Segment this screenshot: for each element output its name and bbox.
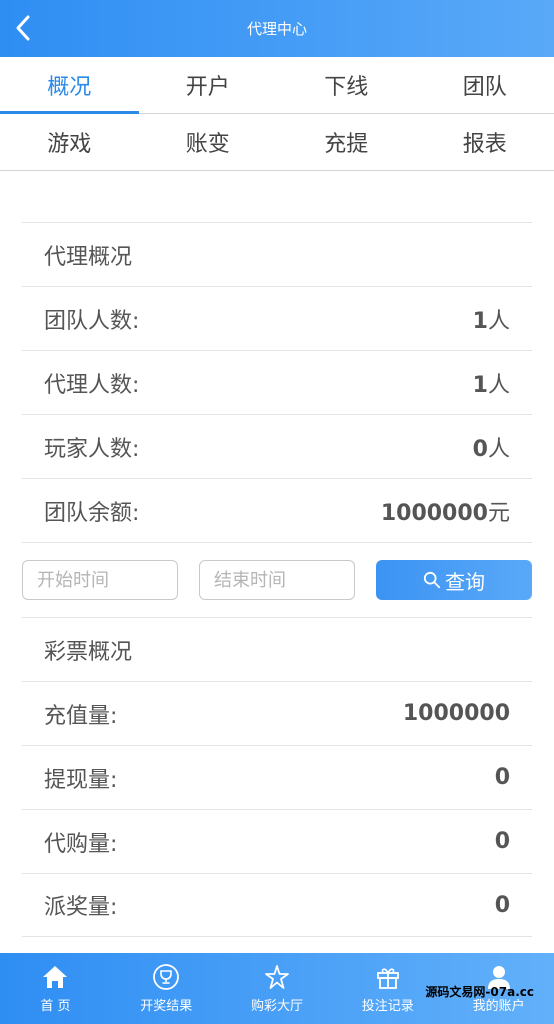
start-time-input[interactable] [22, 560, 178, 600]
stat-number: 1 [472, 372, 488, 398]
stat-row-team-size: 团队人数: 1人 [22, 286, 532, 350]
stat-label: 团队余额: [44, 500, 140, 526]
main-content: 代理概况 团队人数: 1人 代理人数: 1人 玩家人数: 0人 团队余额: 10… [0, 172, 554, 937]
tab-overview[interactable]: 概况 [0, 57, 139, 114]
stat-label: 充值量: [44, 703, 118, 729]
tabbar-label: 首 页 [40, 999, 71, 1014]
tab-reports[interactable]: 报表 [416, 114, 554, 170]
page-title: 代理中心 [246, 20, 307, 38]
stat-row-purchases: 代购量: 0 [22, 809, 532, 873]
stat-unit: 元 [487, 500, 510, 526]
section-title-lottery: 彩票概况 [22, 617, 532, 681]
star-icon [265, 965, 289, 989]
stat-value: 1000000 [402, 701, 510, 726]
query-button-label: 查询 [445, 569, 485, 594]
stat-unit: 人 [487, 436, 510, 462]
stat-value: 0 [494, 892, 510, 918]
watermark-text: 源码文易网-07a.cc [425, 985, 534, 999]
tabbar-label: 购彩大厅 [250, 999, 303, 1014]
header-bar: 代理中心 [0, 0, 554, 57]
stat-unit: 人 [487, 308, 510, 334]
stat-value: 1人 [473, 303, 510, 335]
agent-overview-section: 代理概况 团队人数: 1人 代理人数: 1人 玩家人数: 0人 团队余额: 10… [22, 222, 532, 542]
stat-row-payouts: 派奖量: 0 [22, 873, 532, 937]
tab-grid: 概况 开户 下线 团队 游戏 账变 充提 报表 [0, 57, 554, 171]
chevron-left-icon [16, 15, 30, 41]
search-icon [423, 571, 441, 589]
date-query-bar: 查询 [22, 542, 532, 617]
stat-row-withdrawals: 提现量: 0 [22, 745, 532, 809]
stat-number: 1 [472, 308, 488, 334]
section-title-agent: 代理概况 [22, 222, 532, 286]
stat-row-deposits: 充值量: 1000000 [22, 681, 532, 745]
tab-row-1: 概况 开户 下线 团队 [0, 57, 554, 114]
tab-downline[interactable]: 下线 [277, 57, 416, 113]
tabbar-draw-results[interactable]: 开奖结果 [111, 953, 222, 1024]
stat-label: 派奖量: [44, 895, 118, 920]
tab-team[interactable]: 团队 [416, 57, 554, 113]
tab-account-changes[interactable]: 账变 [139, 114, 278, 170]
stat-value: 0 [494, 765, 510, 790]
stat-value: 0人 [473, 431, 510, 463]
stat-unit: 人 [487, 372, 510, 398]
stat-label: 代理人数: [44, 372, 140, 398]
stat-row-agent-count: 代理人数: 1人 [22, 350, 532, 414]
trophy-icon [153, 964, 180, 990]
stat-number: 0 [472, 436, 488, 462]
tab-open-account[interactable]: 开户 [139, 57, 278, 113]
tabbar-label: 开奖结果 [140, 999, 193, 1014]
stat-label: 团队人数: [44, 308, 140, 334]
stat-row-player-count: 玩家人数: 0人 [22, 414, 532, 478]
tab-games[interactable]: 游戏 [0, 114, 139, 170]
tabbar-home[interactable]: 首 页 [0, 953, 111, 1024]
stat-value: 0 [494, 829, 510, 854]
tab-deposit-withdraw[interactable]: 充提 [277, 114, 416, 170]
home-icon [43, 966, 68, 988]
lottery-overview-section: 彩票概况 充值量: 1000000 提现量: 0 代购量: 0 派奖量: 0 [22, 617, 532, 937]
end-time-input[interactable] [199, 560, 355, 600]
tabbar-lottery-hall[interactable]: 购彩大厅 [222, 953, 333, 1024]
stat-value: 1000000元 [381, 495, 510, 527]
tab-row-2: 游戏 账变 充提 报表 [0, 114, 554, 171]
stat-number: 1000000 [380, 500, 488, 526]
stat-row-team-balance: 团队余额: 1000000元 [22, 478, 532, 542]
gift-icon [376, 968, 399, 989]
back-button[interactable] [8, 12, 40, 44]
stat-value: 1人 [473, 367, 510, 399]
stat-label: 提现量: [44, 767, 118, 793]
tabbar-label: 投注记录 [361, 999, 414, 1014]
stat-label: 代购量: [44, 831, 118, 857]
stat-label: 玩家人数: [44, 436, 140, 462]
query-button[interactable]: 查询 [376, 560, 532, 600]
